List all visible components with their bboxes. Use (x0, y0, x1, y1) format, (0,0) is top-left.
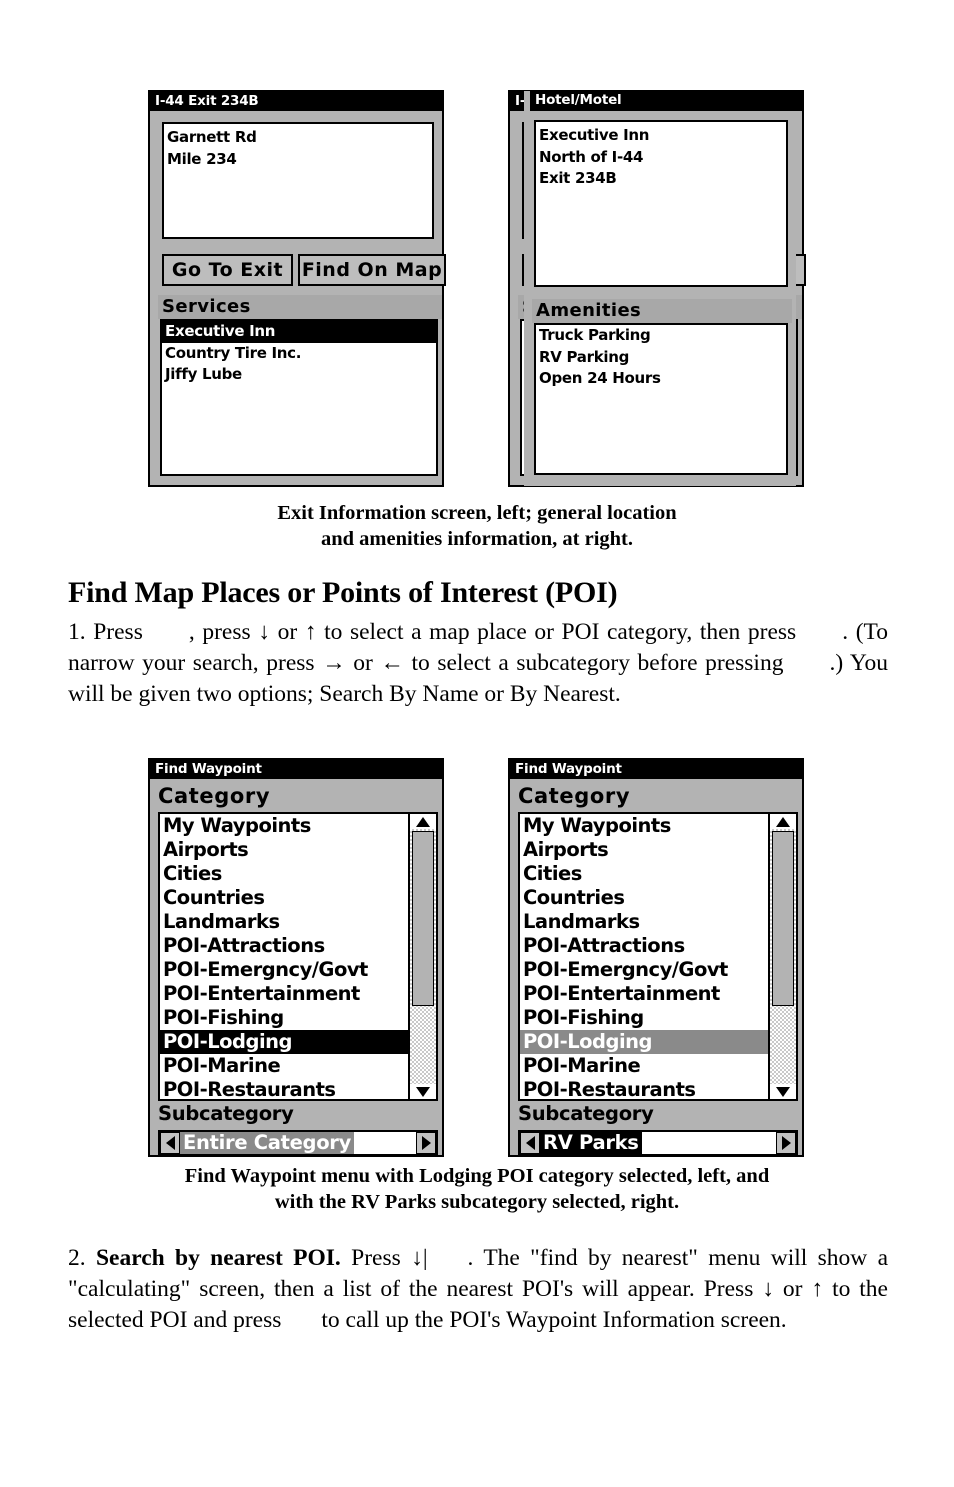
find-waypoint-screen-left: Find Waypoint Category My Waypoints Airp… (148, 758, 444, 1157)
hotel-motel-titlebar: Hotel/Motel (530, 91, 801, 111)
triangle-up-icon (776, 816, 790, 827)
category-list-item[interactable]: My Waypoints (160, 814, 408, 838)
category-list-item[interactable]: POI-Fishing (160, 1006, 408, 1030)
category-list-item[interactable]: POI-Emergncy/Govt (160, 958, 408, 982)
figure2-caption-line1: Find Waypoint menu with Lodging POI cate… (184, 1165, 770, 1187)
category-list-item[interactable]: Countries (160, 886, 408, 910)
category-list-item[interactable]: Cities (520, 862, 768, 886)
manual-page: I-44 Exit 234B Garnett Rd Mile 234 Go To… (0, 0, 954, 1487)
category-list-item[interactable]: My Waypoints (520, 814, 768, 838)
hotel-motel-detail-panel: Executive Inn North of I-44 Exit 234B (534, 120, 788, 287)
category-label-left: Category (158, 784, 271, 808)
category-list-item[interactable]: Cities (160, 862, 408, 886)
step2-number: 2. (68, 1245, 86, 1271)
step1-paragraph: 1. Press , press ↓ or ↑ to select a map p… (68, 617, 888, 710)
category-list-item[interactable]: POI-Entertainment (160, 982, 408, 1006)
category-scrollbar-left[interactable] (408, 814, 436, 1099)
category-list-item[interactable]: POI-Marine (160, 1054, 408, 1078)
figure1-caption-line2: and amenities information, at right. (320, 528, 634, 550)
category-list-item[interactable]: POI-Entertainment (520, 982, 768, 1006)
figure1-caption-line1: Exit Information screen, left; general l… (277, 502, 677, 524)
subcategory-prev-button-left[interactable] (160, 1132, 180, 1154)
category-list-item[interactable]: Landmarks (520, 910, 768, 934)
category-list-item-selected[interactable]: POI-Lodging (160, 1030, 408, 1054)
amenities-list-item: Open 24 Hours (539, 369, 661, 387)
hotel-motel-info-line: Executive Inn (539, 126, 650, 144)
services-list[interactable]: Executive Inn Country Tire Inc. Jiffy Lu… (160, 319, 438, 476)
step2-paragraph: 2. Search by nearest POI. Press ↓|. The … (68, 1243, 888, 1336)
category-list-right[interactable]: My Waypoints Airports Cities Countries L… (518, 812, 798, 1101)
step2-part-c: to call up the POI's Waypoint Informatio… (321, 1307, 787, 1333)
category-list-item[interactable]: POI-Restaurants (160, 1078, 408, 1099)
amenities-section-header: Amenities (532, 299, 792, 323)
subcategory-value-right: RV Parks (540, 1132, 642, 1154)
category-list-item[interactable]: Airports (160, 838, 408, 862)
figure1-caption: Exit Information screen, left; general l… (77, 500, 877, 552)
step1-part-a: 1. Press (68, 619, 143, 645)
scroll-down-button-left[interactable] (410, 1084, 436, 1099)
category-list-item[interactable]: Countries (520, 886, 768, 910)
category-list-item[interactable]: Airports (520, 838, 768, 862)
services-list-item[interactable]: Executive Inn (162, 321, 436, 343)
category-list-item-selected[interactable]: POI-Lodging (520, 1030, 768, 1054)
triangle-down-icon (416, 1086, 430, 1097)
subcategory-value-wrap-right: RV Parks (540, 1132, 776, 1154)
triangle-right-icon (421, 1136, 431, 1150)
subcategory-label-left: Subcategory (158, 1102, 294, 1125)
hotel-motel-screen: Hotel/Motel Executive Inn North of I-44 … (524, 91, 801, 486)
find-waypoint-screen-right: Find Waypoint Category My Waypoints Airp… (508, 758, 804, 1157)
triangle-left-icon (165, 1136, 175, 1150)
find-waypoint-titlebar-right: Find Waypoint (510, 760, 802, 779)
category-list-item[interactable]: POI-Emergncy/Govt (520, 958, 768, 982)
category-list-item[interactable]: POI-Fishing (520, 1006, 768, 1030)
category-scrollbar-right[interactable] (768, 814, 796, 1099)
category-list-item[interactable]: POI-Attractions (160, 934, 408, 958)
subcategory-next-button-left[interactable] (416, 1132, 436, 1154)
category-list-item[interactable]: Landmarks (160, 910, 408, 934)
amenities-list: Truck Parking RV Parking Open 24 Hours (534, 323, 788, 475)
services-list-item[interactable]: Country Tire Inc. (162, 343, 436, 365)
find-on-map-button[interactable]: Find On Map (298, 254, 446, 286)
exit-info-titlebar: I-44 Exit 234B (150, 92, 442, 111)
triangle-left-icon (525, 1136, 535, 1150)
step2-bold-lead: Search by nearest POI. (95, 1245, 341, 1271)
subcategory-selector-right[interactable]: RV Parks (518, 1130, 798, 1156)
services-section-header: Services (158, 295, 442, 319)
subcategory-label-right: Subcategory (518, 1102, 654, 1125)
subcategory-value-wrap-left: Entire Category (180, 1132, 416, 1154)
subcategory-value-left: Entire Category (180, 1132, 355, 1154)
triangle-up-icon (416, 816, 430, 827)
figure2-caption-line2: with the RV Parks subcategory selected, … (274, 1191, 680, 1213)
section-heading: Find Map Places or Points of Interest (P… (68, 576, 618, 609)
subcategory-next-button-right[interactable] (776, 1132, 796, 1154)
category-list-left[interactable]: My Waypoints Airports Cities Countries L… (158, 812, 438, 1101)
scroll-up-button-right[interactable] (770, 814, 796, 829)
amenities-list-item: Truck Parking (539, 326, 651, 344)
scrollbar-thumb-left[interactable] (412, 831, 434, 1006)
find-waypoint-titlebar-left: Find Waypoint (150, 760, 442, 779)
exit-info-line: Mile 234 (167, 149, 237, 168)
step2-part-a: Press ↓| (351, 1245, 428, 1271)
go-to-exit-button[interactable]: Go To Exit (162, 254, 293, 286)
category-list-item[interactable]: POI-Attractions (520, 934, 768, 958)
category-list-item[interactable]: POI-Restaurants (520, 1078, 768, 1099)
triangle-down-icon (776, 1086, 790, 1097)
scrollbar-thumb-right[interactable] (772, 831, 794, 1006)
exit-info-detail-panel: Garnett Rd Mile 234 (162, 122, 434, 239)
subcategory-prev-button-right[interactable] (520, 1132, 540, 1154)
category-label-right: Category (518, 784, 631, 808)
scroll-down-button-right[interactable] (770, 1084, 796, 1099)
hotel-motel-info-line: Exit 234B (539, 169, 617, 187)
exit-info-line: Garnett Rd (167, 128, 257, 146)
amenities-list-item: RV Parking (539, 347, 630, 366)
services-list-item[interactable]: Jiffy Lube (162, 364, 436, 386)
figure2-caption: Find Waypoint menu with Lodging POI cate… (77, 1163, 877, 1215)
scroll-up-button-left[interactable] (410, 814, 436, 829)
subcategory-selector-left[interactable]: Entire Category (158, 1130, 438, 1156)
hotel-motel-info-line: North of I-44 (539, 147, 644, 166)
category-list-item[interactable]: POI-Marine (520, 1054, 768, 1078)
step1-part-b: , press ↓ or ↑ to select a map place or … (188, 619, 797, 645)
exit-information-screen: I-44 Exit 234B Garnett Rd Mile 234 Go To… (148, 90, 446, 487)
triangle-right-icon (781, 1136, 791, 1150)
